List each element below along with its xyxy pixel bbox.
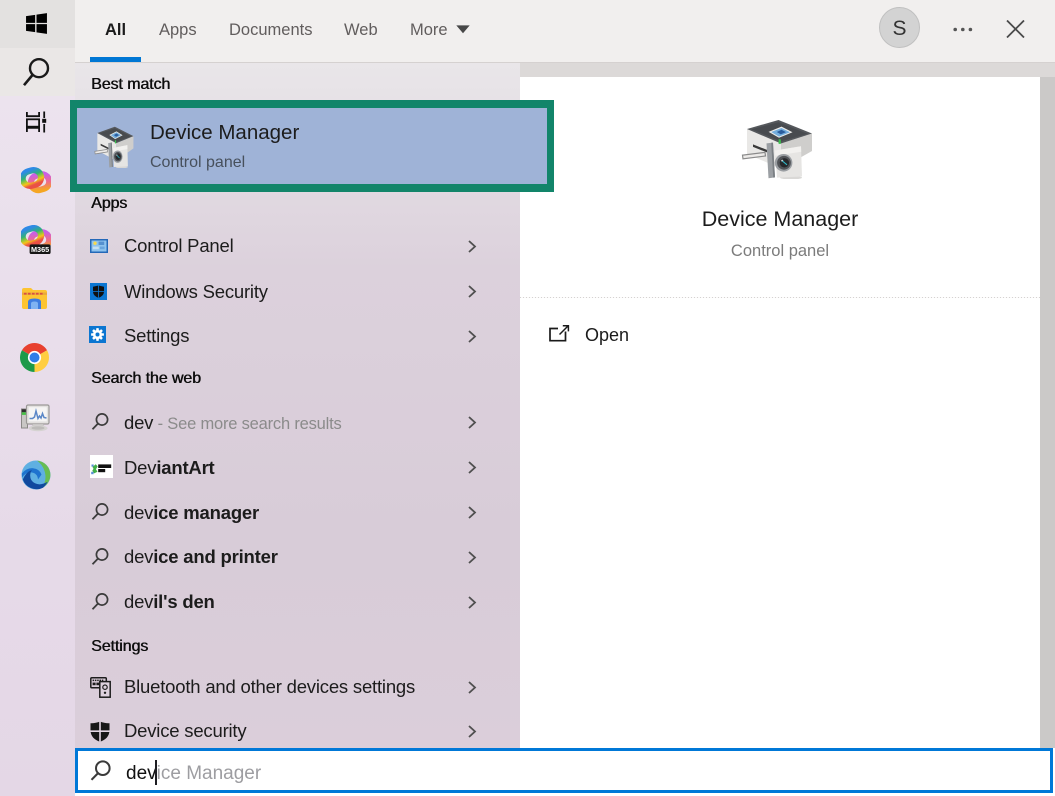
- svg-text:M365: M365: [31, 245, 49, 254]
